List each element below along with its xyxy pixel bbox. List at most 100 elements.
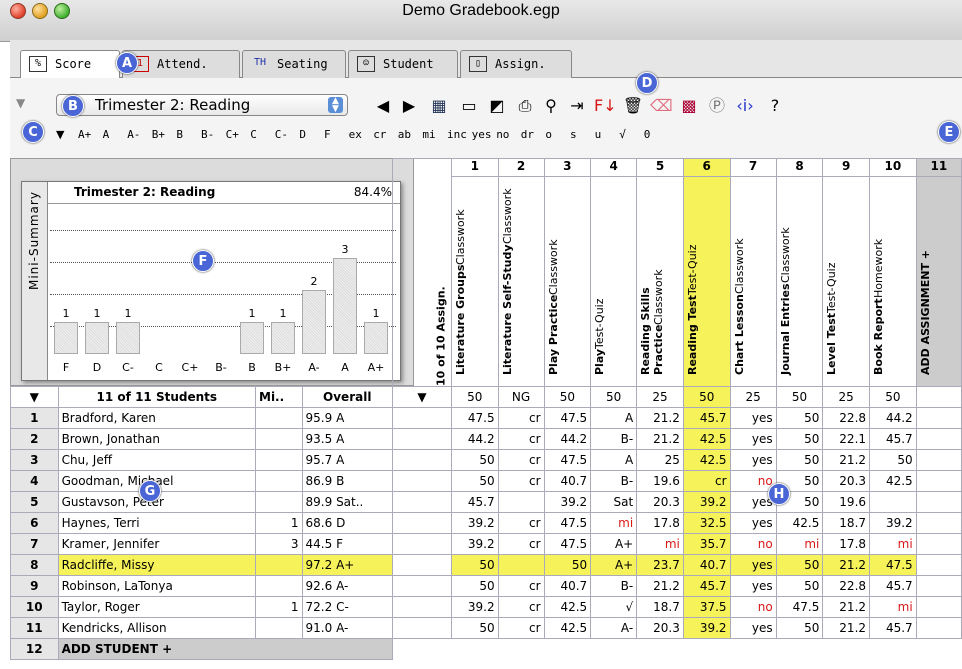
assignment-header[interactable]: 10 Book ReportHomework <box>869 158 917 387</box>
score-cell[interactable]: Sat <box>590 491 638 513</box>
find-icon[interactable]: ⚲ <box>540 96 562 116</box>
score-cell[interactable]: 18.7 <box>636 596 684 618</box>
score-cell-empty[interactable] <box>915 575 962 597</box>
grade-menu-triangle-icon[interactable]: ▼ <box>56 128 64 141</box>
score-cell[interactable] <box>497 554 545 576</box>
score-cell[interactable]: A- <box>590 617 638 639</box>
score-cell[interactable]: 39.2 <box>682 491 731 513</box>
score-cell[interactable]: 42.5 <box>682 449 731 471</box>
grade-button[interactable]: B- <box>201 128 214 141</box>
grade-button[interactable]: F <box>324 128 331 141</box>
score-cell[interactable]: B- <box>590 428 638 450</box>
grade-button[interactable]: no <box>496 128 509 141</box>
score-cell[interactable]: 44.2 <box>543 428 592 450</box>
assignment-header[interactable]: 8 Journal EntriesClasswork <box>775 158 824 387</box>
score-cell[interactable]: 50 <box>450 617 499 639</box>
score-cell[interactable] <box>497 491 545 513</box>
sort-icon[interactable]: F↓ <box>594 96 617 116</box>
score-cell[interactable]: no <box>729 596 777 618</box>
score-cell[interactable]: 39.2 <box>869 512 917 534</box>
score-cell[interactable]: cr <box>497 575 545 597</box>
score-cell[interactable]: 39.2 <box>543 491 592 513</box>
score-cell[interactable]: 19.6 <box>822 491 871 513</box>
score-cell[interactable]: 45.7 <box>450 491 499 513</box>
grade-button[interactable]: inc <box>447 128 467 141</box>
spreadsheet-icon[interactable]: ▦ <box>428 96 450 116</box>
score-cell-empty[interactable] <box>915 617 962 639</box>
student-name[interactable]: Chu, Jeff <box>57 449 257 471</box>
grade-button[interactable]: C+ <box>226 128 239 141</box>
grade-button[interactable]: C <box>250 128 257 141</box>
score-cell[interactable]: 20.3 <box>636 491 684 513</box>
score-cell[interactable]: 21.2 <box>822 449 871 471</box>
assignment-header[interactable]: 3 Play PracticeClasswork <box>543 158 592 387</box>
score-cell[interactable]: 22.8 <box>822 575 871 597</box>
folder-icon[interactable]: ▭ <box>458 96 480 116</box>
score-cell[interactable]: yes <box>729 617 777 639</box>
score-cell[interactable]: 22.1 <box>822 428 871 450</box>
tab-student[interactable]: ☺ Student <box>348 50 458 78</box>
score-cell[interactable]: 50 <box>450 554 499 576</box>
score-cell[interactable]: 39.2 <box>450 533 499 555</box>
score-cell[interactable]: A+ <box>590 533 638 555</box>
student-name[interactable]: Brown, Jonathan <box>57 428 257 450</box>
score-cell[interactable]: cr <box>497 512 545 534</box>
assignment-header[interactable]: 5 Reading Skills PracticeClasswork <box>636 158 684 387</box>
assignment-header[interactable]: 6 Reading TestTest-Quiz <box>682 158 731 387</box>
score-cell[interactable]: yes <box>729 449 777 471</box>
score-cell-empty[interactable] <box>915 512 962 534</box>
tab-score[interactable]: % Score <box>20 50 120 79</box>
score-cell[interactable]: 17.8 <box>636 512 684 534</box>
score-cell[interactable]: 25 <box>636 449 684 471</box>
grade-button[interactable]: ex <box>349 128 362 141</box>
grade-button[interactable]: A+ <box>78 128 91 141</box>
score-cell[interactable]: 50 <box>450 449 499 471</box>
score-cell[interactable]: 50 <box>775 575 824 597</box>
score-cell-empty[interactable] <box>915 470 962 492</box>
student-name[interactable]: Robinson, LaTonya <box>57 575 257 597</box>
assignment-header[interactable]: 9 Level TestTest-Quiz <box>822 158 871 387</box>
score-cell[interactable]: 42.5 <box>682 428 731 450</box>
student-name[interactable]: Radcliffe, Missy <box>57 554 257 576</box>
grade-button[interactable]: √ <box>619 128 626 141</box>
score-cell[interactable]: mi <box>636 533 684 555</box>
score-cell[interactable]: 39.2 <box>450 596 499 618</box>
color-grid-icon[interactable]: ▩ <box>678 96 700 116</box>
score-cell[interactable]: 45.7 <box>682 407 731 429</box>
score-cell[interactable]: 18.7 <box>822 512 871 534</box>
grade-button[interactable]: B <box>176 128 183 141</box>
student-name[interactable]: Bradford, Karen <box>57 407 257 429</box>
score-cell[interactable]: 39.2 <box>682 617 731 639</box>
score-cell[interactable]: 22.8 <box>822 407 871 429</box>
score-cell[interactable] <box>869 491 917 513</box>
collapse-triangle-icon[interactable]: ▼ <box>16 96 25 110</box>
print-icon[interactable]: ⎙ <box>514 96 536 116</box>
score-cell-empty[interactable] <box>915 554 962 576</box>
score-cell[interactable]: 45.7 <box>682 575 731 597</box>
score-cell[interactable]: yes <box>729 575 777 597</box>
score-cell[interactable]: 35.7 <box>682 533 731 555</box>
grade-button[interactable]: o <box>545 128 552 141</box>
student-name[interactable]: Taylor, Roger <box>57 596 257 618</box>
score-cell[interactable]: 50 <box>775 407 824 429</box>
tab-seating[interactable]: TH Seating <box>242 50 346 78</box>
score-cell[interactable]: 39.2 <box>450 512 499 534</box>
score-cell[interactable]: 50 <box>450 575 499 597</box>
score-cell[interactable]: 45.7 <box>869 617 917 639</box>
score-cell[interactable]: 50 <box>869 449 917 471</box>
score-cell[interactable]: A <box>590 407 638 429</box>
score-cell[interactable]: 50 <box>775 449 824 471</box>
score-cell[interactable]: mi <box>869 533 917 555</box>
grade-button[interactable]: A <box>103 128 110 141</box>
grade-button[interactable]: dr <box>521 128 534 141</box>
grade-button[interactable]: cr <box>373 128 386 141</box>
grade-button[interactable]: yes <box>472 128 492 141</box>
score-cell-empty[interactable] <box>915 407 962 429</box>
score-cell-empty[interactable] <box>915 596 962 618</box>
score-cell[interactable]: 21.2 <box>636 575 684 597</box>
score-cell[interactable]: mi <box>869 596 917 618</box>
score-cell[interactable]: 42.5 <box>775 512 824 534</box>
score-cell[interactable]: cr <box>497 407 545 429</box>
grade-button[interactable]: B+ <box>152 128 165 141</box>
grade-button[interactable]: ab <box>398 128 411 141</box>
